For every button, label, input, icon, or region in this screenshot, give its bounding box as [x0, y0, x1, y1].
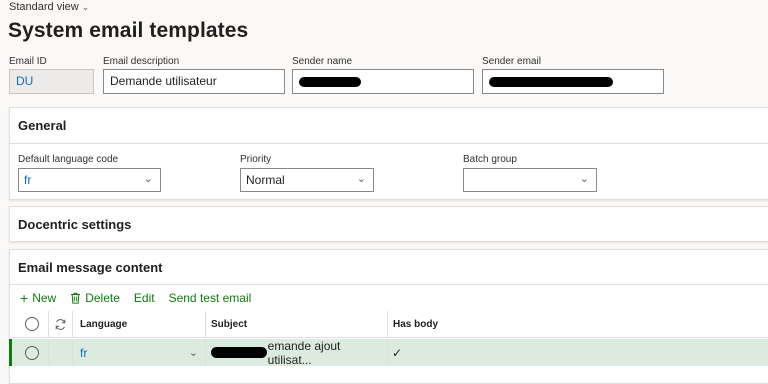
- send-test-email-button[interactable]: Send test email: [169, 291, 252, 305]
- email-id-label: Email ID: [9, 56, 47, 67]
- edit-button[interactable]: Edit: [134, 291, 155, 305]
- trash-icon: [71, 292, 81, 304]
- has-body-cell: ✓: [388, 339, 568, 366]
- select-all-cell: [9, 311, 49, 337]
- chevron-down-icon: ⌄: [579, 173, 589, 185]
- page-title: System email templates: [8, 19, 249, 42]
- chevron-down-icon: ⌄: [188, 347, 198, 359]
- has-body-column-header[interactable]: Has body: [388, 311, 568, 337]
- batch-group-select[interactable]: ⌄: [463, 168, 597, 192]
- default-language-value: fr: [24, 173, 32, 187]
- redaction-mark: [489, 76, 613, 87]
- default-language-select[interactable]: fr ⌄: [18, 168, 161, 192]
- sender-email-label: Sender email: [482, 56, 541, 67]
- sender-name-label: Sender name: [292, 56, 353, 67]
- redaction-mark: [211, 347, 267, 358]
- divider: [10, 284, 768, 285]
- docentric-section-title[interactable]: Docentric settings: [18, 217, 131, 232]
- subject-value: emande ajout utilisat...: [267, 338, 341, 367]
- general-section: General Default language code fr ⌄ Prior…: [9, 107, 768, 200]
- view-selector-label: Standard view: [9, 1, 79, 13]
- row-spacer-cell: [49, 339, 73, 366]
- email-description-field: Email description Demande utilisateur: [103, 56, 285, 94]
- grid-header: Language Subject Has body: [9, 311, 768, 338]
- chevron-down-icon: ⌄: [143, 173, 153, 185]
- new-button-label: New: [32, 291, 57, 305]
- table-row[interactable]: fr ⌄ emande ajout utilisat... ✓: [9, 338, 768, 367]
- batch-group-label: Batch group: [463, 154, 517, 165]
- delete-button[interactable]: Delete: [70, 291, 120, 305]
- priority-field: Priority Normal ⌄: [240, 154, 374, 192]
- email-content-section-title[interactable]: Email message content: [18, 260, 163, 275]
- subject-cell[interactable]: emande ajout utilisat...: [206, 338, 388, 367]
- row-select-radio[interactable]: [25, 345, 39, 360]
- refresh-cell: [49, 311, 73, 337]
- select-all-radio[interactable]: [25, 317, 39, 331]
- chevron-down-icon: ⌄: [356, 173, 366, 185]
- language-cell[interactable]: fr ⌄: [73, 339, 206, 366]
- email-id-input[interactable]: DU: [9, 69, 94, 94]
- language-column-header[interactable]: Language: [73, 311, 206, 337]
- general-section-title[interactable]: General: [18, 118, 66, 133]
- row-select-cell: [12, 339, 49, 366]
- sender-email-field: Sender email: [482, 56, 664, 94]
- subject-column-header[interactable]: Subject: [206, 311, 388, 337]
- email-id-field: Email ID DU: [9, 56, 94, 94]
- email-description-input[interactable]: Demande utilisateur: [103, 69, 285, 94]
- default-language-field: Default language code fr ⌄: [18, 154, 161, 192]
- sender-name-input[interactable]: [292, 69, 474, 94]
- priority-value: Normal: [246, 173, 285, 187]
- divider: [10, 143, 768, 144]
- sender-email-input[interactable]: [482, 69, 664, 94]
- plus-icon: +: [20, 290, 29, 306]
- new-button[interactable]: + New: [20, 291, 56, 305]
- delete-button-label: Delete: [85, 291, 120, 305]
- checkmark-icon: ✓: [392, 345, 403, 360]
- view-selector[interactable]: Standard view ⌄: [9, 1, 89, 13]
- send-test-email-label: Send test email: [168, 291, 252, 305]
- language-value: fr: [80, 345, 88, 360]
- sender-name-field: Sender name: [292, 56, 474, 94]
- grid-toolbar: + New Delete Edit Send test email: [20, 291, 251, 305]
- redaction-mark: [299, 76, 361, 87]
- chevron-down-icon: ⌄: [81, 1, 90, 12]
- docentric-section: Docentric settings: [9, 206, 768, 242]
- priority-select[interactable]: Normal ⌄: [240, 168, 374, 192]
- refresh-icon[interactable]: [54, 318, 67, 331]
- email-description-label: Email description: [103, 56, 180, 67]
- priority-label: Priority: [240, 154, 272, 165]
- default-language-label: Default language code: [18, 154, 119, 165]
- batch-group-field: Batch group ⌄: [463, 154, 597, 192]
- edit-button-label: Edit: [133, 291, 155, 305]
